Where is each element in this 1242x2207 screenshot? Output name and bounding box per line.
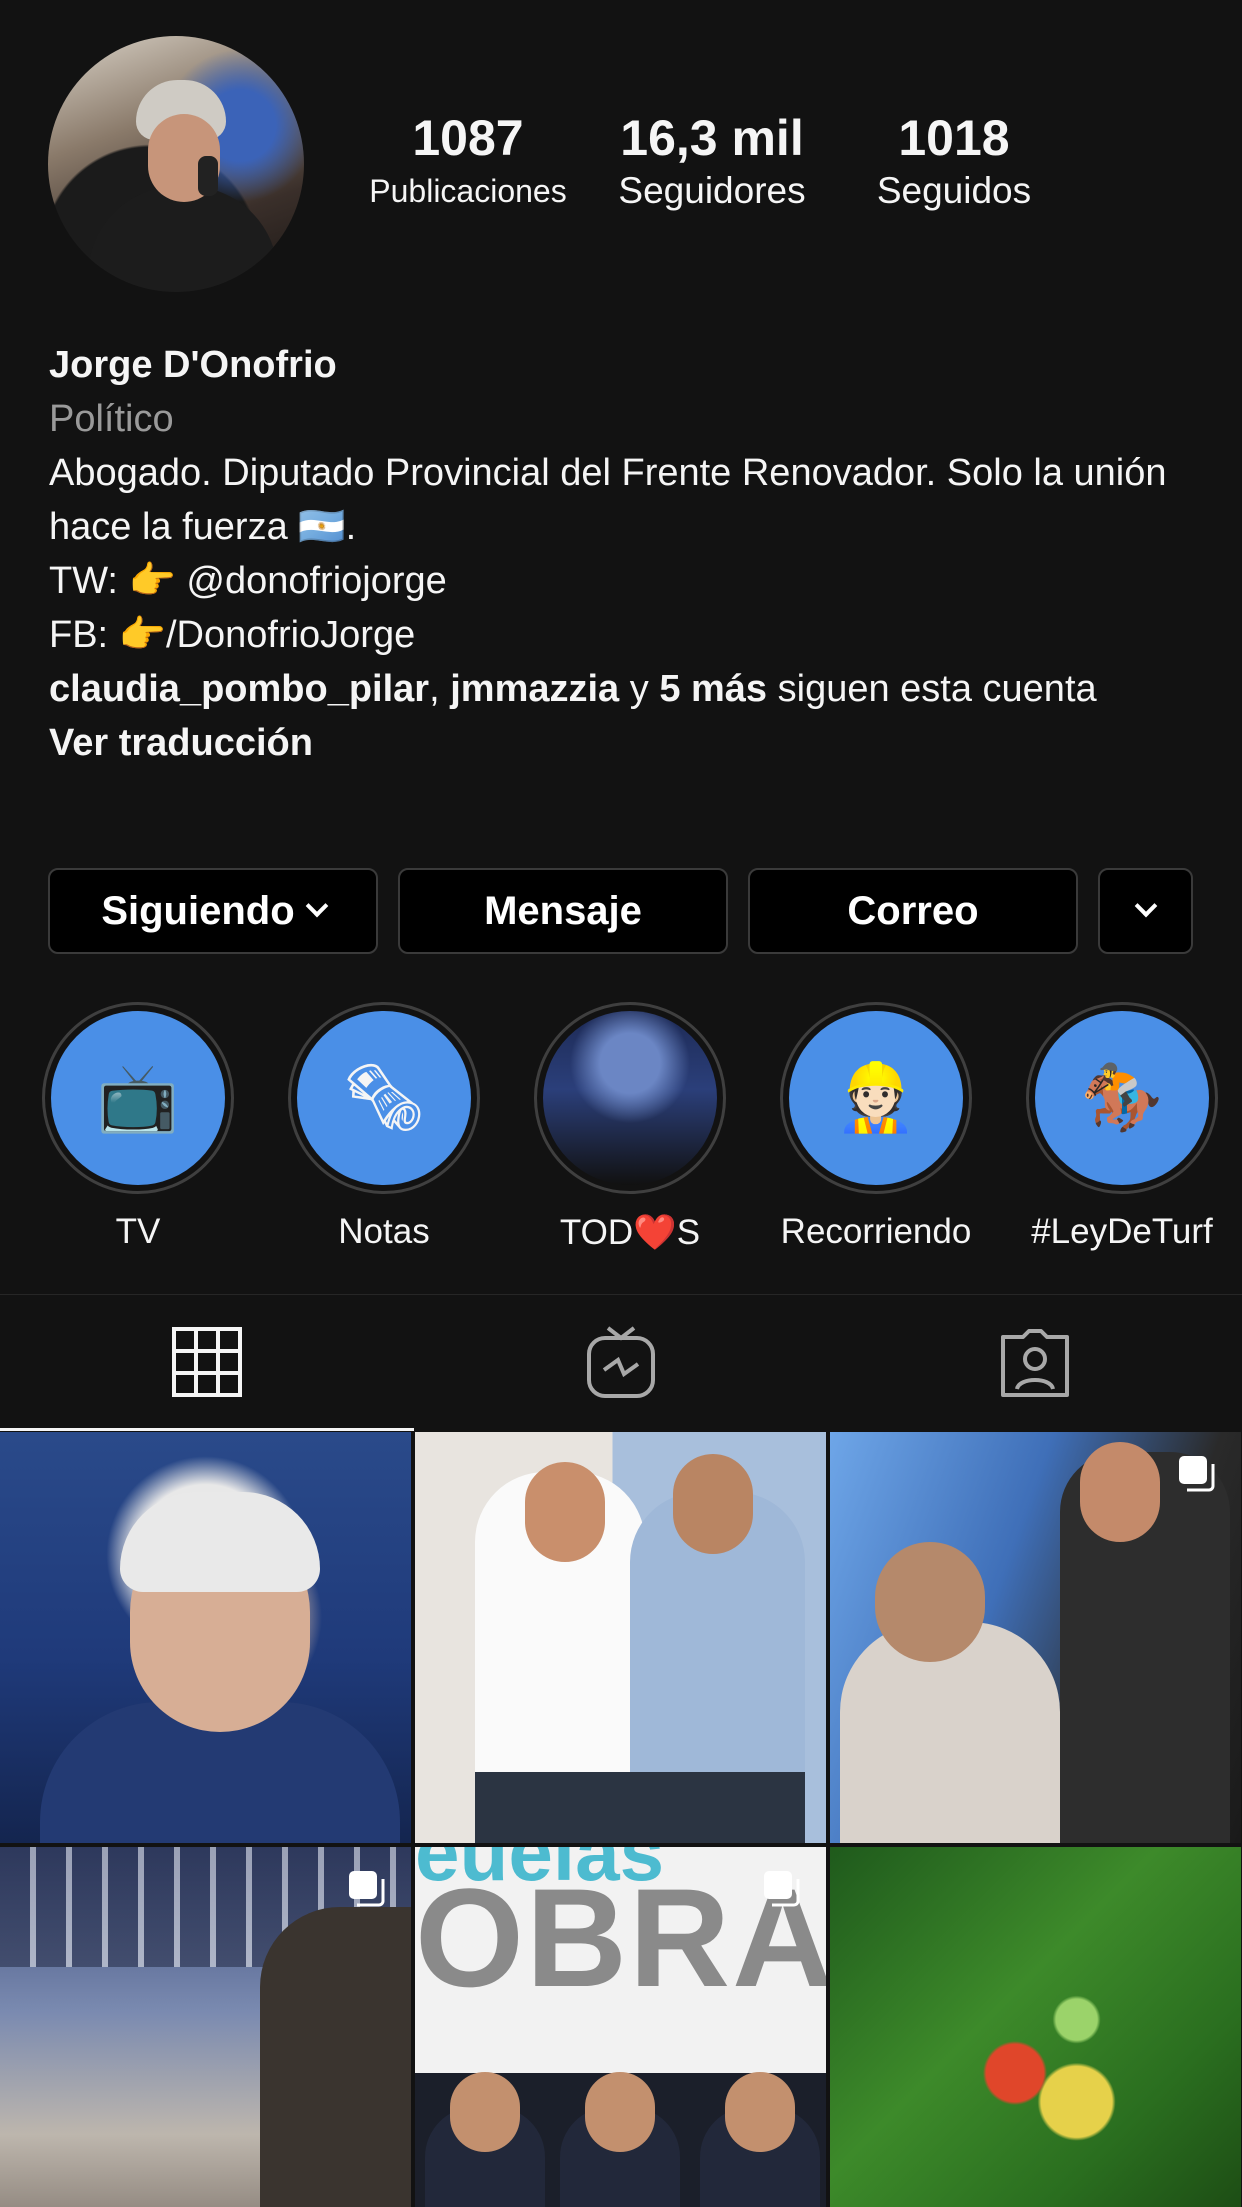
posts-stat[interactable]: 1087 Publicaciones [340, 108, 596, 214]
post-thumbnail[interactable] [830, 1432, 1241, 1843]
see-translation-link[interactable]: Ver traducción [49, 716, 1209, 770]
highlight-photo [543, 1011, 717, 1185]
message-button-label: Mensaje [484, 888, 642, 933]
followed-by-separator: , [429, 668, 451, 710]
bio-twitter[interactable]: TW: 👉 @donofriojorge [49, 554, 1209, 608]
highlight-ring: 📺 [42, 1002, 234, 1194]
horse-racing-icon: 🏇 [1035, 1011, 1209, 1185]
post-thumbnail[interactable]: euelas OBRA [415, 1847, 826, 2207]
email-button[interactable]: Correo [748, 868, 1078, 954]
grid-icon [172, 1326, 242, 1397]
followed-by-user: claudia_pombo_pilar [49, 668, 430, 710]
highlight-label: Recorriendo [780, 1212, 972, 1251]
highlight-ring: 👷🏻 [780, 1002, 972, 1194]
highlight-ring [534, 1002, 726, 1194]
profile-bio: Jorge D'Onofrio Político Abogado. Diputa… [49, 338, 1209, 770]
following-stat[interactable]: 1018 Seguidos [828, 108, 1080, 214]
tv-icon: 📺 [51, 1011, 225, 1185]
story-highlight-tv[interactable]: 📺 TV [42, 1002, 234, 1252]
multiple-photos-icon [349, 1871, 385, 1907]
highlight-label: Notas [338, 1212, 430, 1251]
highlight-ring: 🗞 [288, 1002, 480, 1194]
email-button-label: Correo [847, 888, 979, 933]
message-button[interactable]: Mensaje [398, 868, 728, 954]
followers-stat[interactable]: 16,3 mil Seguidores [596, 108, 828, 214]
following-count: 1018 [898, 110, 1010, 166]
newspaper-icon: 🗞 [297, 1011, 471, 1185]
profile-avatar[interactable] [48, 36, 304, 292]
post-thumbnail[interactable] [0, 1847, 411, 2207]
igtv-icon [587, 1326, 655, 1398]
story-highlight-notas[interactable]: 🗞 Notas [288, 1002, 480, 1252]
followed-by-user: jmmazzia [450, 668, 620, 710]
followed-by-separator: y [619, 668, 660, 710]
followed-by-more: 5 más [659, 668, 768, 710]
followers-count: 16,3 mil [620, 110, 804, 166]
post-thumbnail[interactable] [830, 1847, 1241, 2207]
tagged-icon [1001, 1329, 1069, 1397]
following-button-label: Siguiendo [101, 888, 295, 933]
profile-category: Político [49, 398, 174, 440]
followed-by[interactable]: claudia_pombo_pilar, jmmazzia y 5 más si… [49, 662, 1209, 716]
post-thumbnail[interactable] [0, 1432, 411, 1843]
chevron-down-icon [1134, 894, 1157, 918]
bio-text: Abogado. Diputado Provincial del Frente … [49, 452, 1167, 548]
following-button[interactable]: Siguiendo [48, 868, 378, 954]
story-highlight-leydeturf[interactable]: 🏇 #LeyDeTurf [1026, 1002, 1218, 1252]
highlight-ring: 🏇 [1026, 1002, 1218, 1194]
story-highlight-recorriendo[interactable]: 👷🏻 Recorriendo [780, 1002, 972, 1252]
posts-count: 1087 [412, 110, 524, 166]
suggested-accounts-button[interactable] [1098, 868, 1193, 954]
profile-stats: 1087 Publicaciones 16,3 mil Seguidores 1… [340, 108, 1080, 214]
construction-worker-icon: 👷🏻 [789, 1011, 963, 1185]
followed-by-suffix: siguen esta cuenta [767, 668, 1097, 710]
multiple-photos-icon [764, 1871, 800, 1907]
profile-name: Jorge D'Onofrio [49, 344, 337, 386]
tab-tagged[interactable] [828, 1295, 1242, 1431]
story-highlight-todos[interactable]: TOD❤️S [534, 1002, 726, 1253]
highlight-label: TV [115, 1212, 161, 1251]
followers-label: Seguidores [618, 170, 806, 211]
tab-igtv[interactable] [414, 1295, 828, 1431]
posts-label: Publicaciones [369, 173, 567, 209]
tab-posts-grid[interactable] [0, 1295, 414, 1431]
following-label: Seguidos [876, 170, 1032, 211]
profile-tab-bar [0, 1294, 1242, 1431]
post-thumbnail[interactable] [415, 1432, 826, 1843]
highlight-label: TOD❤️S [559, 1213, 701, 1252]
chevron-down-icon [305, 894, 328, 918]
bio-facebook[interactable]: FB: 👉/DonofrioJorge [49, 608, 1209, 662]
highlight-label: #LeyDeTurf [1031, 1212, 1213, 1251]
multiple-photos-icon [1179, 1456, 1215, 1492]
